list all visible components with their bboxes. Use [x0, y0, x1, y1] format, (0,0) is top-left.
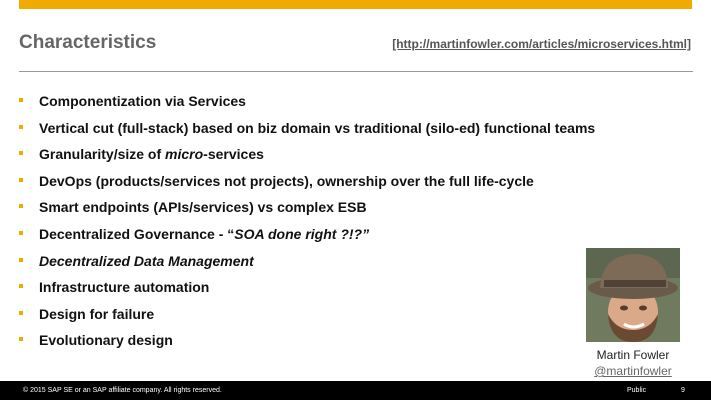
bullet-item: Evolutionary design: [19, 331, 173, 358]
title-divider: [19, 71, 693, 72]
bullet-item: Vertical cut (full-stack) based on biz d…: [19, 119, 595, 146]
bullet-text: Decentralized Governance - “SOA done rig…: [39, 226, 369, 242]
bullet-text-part: Granularity/size of: [39, 146, 166, 163]
bullet-marker-icon: [19, 230, 23, 235]
footer-bar: © 2015 SAP SE or an SAP affiliate compan…: [0, 381, 711, 400]
bullet-text-part: Design for failure: [39, 305, 155, 322]
bullet-item: Decentralized Governance - “SOA done rig…: [19, 225, 369, 252]
bullet-text-italic: SOA done right ?!?”: [234, 225, 370, 242]
slide-title: Characteristics: [19, 32, 157, 53]
bullet-text-part: Componentization via Services: [39, 93, 246, 109]
bullet-text-italic: micro: [165, 146, 204, 163]
bullet-text-part: Vertical cut (full-stack) based on biz d…: [39, 119, 596, 136]
bullet-text-part: -services: [203, 146, 264, 163]
page-number: 9: [681, 387, 685, 394]
top-accent-bar: [19, 0, 692, 9]
bullet-marker-icon: [19, 310, 23, 315]
bullet-text-part: Smart endpoints (APIs/services) vs compl…: [39, 199, 367, 216]
bullet-item: Infrastructure automation: [19, 278, 209, 305]
source-link[interactable]: [http://martinfowler.com/articles/micros…: [392, 37, 691, 51]
bullet-text: Decentralized Data Management: [39, 253, 254, 269]
bullet-marker-icon: [19, 151, 23, 156]
bullet-marker-icon: [19, 177, 23, 182]
bullet-item: DevOps (products/services not projects),…: [19, 172, 534, 199]
bullet-text: Evolutionary design: [39, 332, 173, 348]
bullet-text-part: Infrastructure automation: [39, 279, 210, 296]
bullet-marker-icon: [19, 204, 23, 209]
bullet-text: Smart endpoints (APIs/services) vs compl…: [39, 199, 367, 215]
bullet-item: Design for failure: [19, 305, 154, 332]
bullet-text: Componentization via Services: [39, 93, 246, 109]
bullet-marker-icon: [19, 257, 23, 262]
source-link-text[interactable]: [http://martinfowler.com/articles/micros…: [392, 37, 691, 51]
bullet-text: Infrastructure automation: [39, 279, 209, 295]
bullet-text-part: DevOps (products/services not projects),…: [39, 172, 534, 189]
classification-label: Public: [627, 387, 647, 394]
person-handle-link[interactable]: @martinfowler: [560, 364, 706, 378]
bullet-text: Design for failure: [39, 306, 154, 322]
bullet-text-part: Evolutionary design: [39, 332, 173, 349]
martin-fowler-photo: [586, 248, 680, 342]
bullet-item: Smart endpoints (APIs/services) vs compl…: [19, 198, 367, 225]
bullet-text: DevOps (products/services not projects),…: [39, 173, 534, 189]
bullet-text: Vertical cut (full-stack) based on biz d…: [39, 120, 595, 136]
bullet-item: Decentralized Data Management: [19, 252, 254, 279]
bullet-item: Componentization via Services: [19, 92, 246, 119]
bullet-item: Granularity/size of micro-services: [19, 145, 264, 172]
bullet-text-italic: Decentralized Data Management: [39, 252, 254, 269]
person-name: Martin Fowler: [596, 348, 670, 362]
bullet-marker-icon: [19, 98, 23, 102]
bullet-marker-icon: [19, 124, 23, 129]
bullet-marker-icon: [19, 337, 23, 342]
bullet-marker-icon: [19, 284, 23, 289]
bullet-text-part: Decentralized Governance - “: [39, 225, 235, 242]
bullet-text: Granularity/size of micro-services: [39, 146, 264, 162]
bullet-list: Componentization via Services Vertical cu…: [19, 92, 595, 358]
portrait-image: [586, 248, 680, 342]
copyright-text: © 2015 SAP SE or an SAP affiliate compan…: [23, 387, 222, 394]
